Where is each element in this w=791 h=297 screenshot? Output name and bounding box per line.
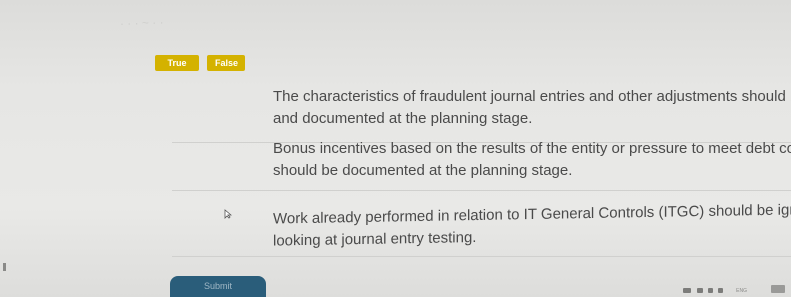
statement-1[interactable]: The characteristics of fraudulent journa… [273, 86, 791, 130]
statement-1-line-1: The characteristics of fraudulent journa… [273, 88, 791, 105]
statement-2-line-1: Bonus incentives based on the results of… [273, 140, 791, 157]
true-option-button[interactable]: True [155, 55, 199, 71]
scroll-marker [3, 263, 6, 271]
system-tray: ENG [651, 281, 791, 297]
volume-icon[interactable] [718, 288, 723, 293]
faded-header-text: · · · ~ · · [119, 15, 164, 31]
row-divider [172, 256, 791, 257]
quiz-screen: · · · ~ · · True False The characteristi… [0, 0, 791, 297]
wifi-icon[interactable] [708, 288, 713, 293]
statement-2[interactable]: Bonus incentives based on the results of… [273, 138, 791, 182]
clock-icon[interactable] [771, 285, 785, 293]
statement-3[interactable]: Work already performed in relation to IT… [273, 199, 791, 252]
tray-app-icon[interactable] [697, 288, 703, 293]
language-indicator[interactable]: ENG [736, 288, 747, 294]
false-option-button[interactable]: False [207, 55, 245, 71]
statement-2-line-2: should be documented at the planning sta… [273, 162, 573, 179]
statement-1-line-2: and documented at the planning stage. [273, 110, 533, 127]
row-divider [172, 190, 791, 191]
mouse-cursor-icon [224, 209, 232, 219]
tray-app-icon[interactable] [683, 288, 691, 293]
submit-button[interactable]: Submit [170, 276, 266, 297]
